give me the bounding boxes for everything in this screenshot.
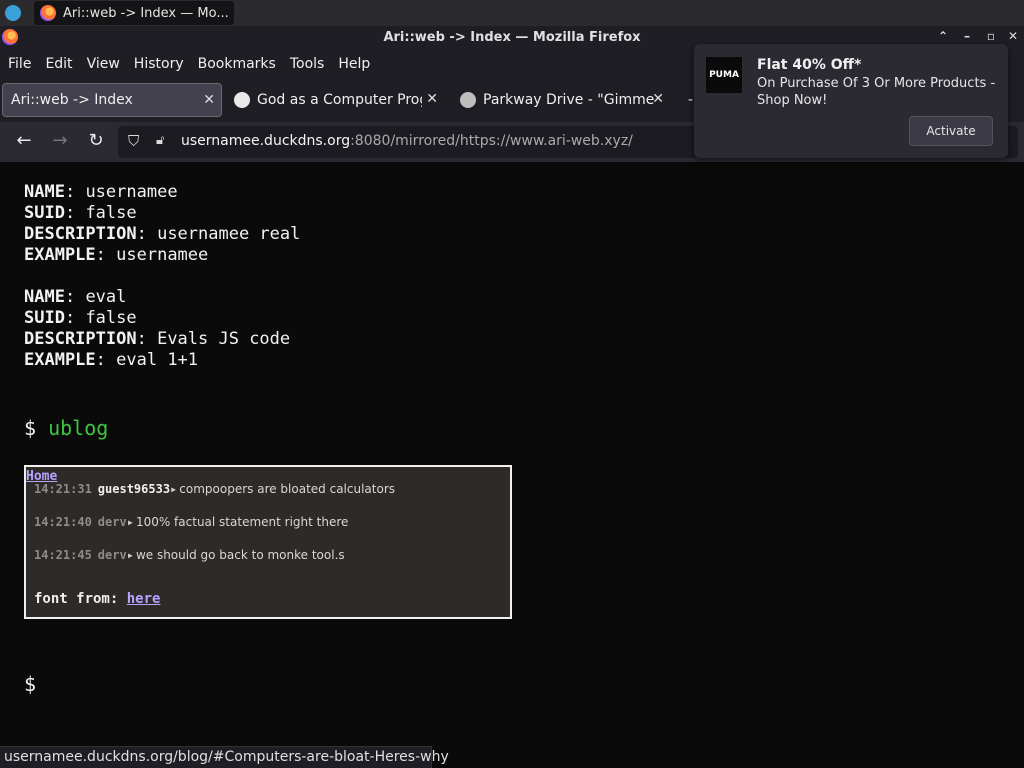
shield-icon[interactable]: ⛉ (128, 132, 139, 150)
tab-label: Parkway Drive - "Gimme (483, 92, 655, 108)
font-source-link[interactable]: here (127, 591, 161, 607)
ublog-message: 14:21:31 guest96533▸ compoopers are bloate… (34, 482, 396, 496)
close-icon[interactable]: ✕ (1004, 29, 1022, 47)
font-credit: font from: here (34, 591, 161, 607)
tab-close-icon[interactable]: ✕ (426, 91, 438, 107)
menu-view[interactable]: View (87, 56, 120, 72)
prompt-symbol: $ (24, 672, 37, 696)
puma-logo: PUMA (706, 57, 742, 93)
app-launcher-icon[interactable] (5, 5, 21, 21)
url-text[interactable]: usernamee.duckdns.org:8080/mirrored/http… (181, 133, 633, 149)
home-link[interactable]: Home (26, 469, 57, 484)
forward-icon[interactable]: → (48, 130, 72, 154)
menu-help[interactable]: Help (338, 56, 370, 72)
reload-icon[interactable]: ↻ (84, 130, 108, 154)
firefox-icon (40, 5, 56, 21)
tab-label: - (688, 92, 694, 108)
menu-bookmarks[interactable]: Bookmarks (198, 56, 276, 72)
link-status-bar: usernamee.duckdns.org/blog/#Computers-ar… (0, 746, 449, 768)
tab-ari-web[interactable]: Ari::web -> Index ✕ (2, 83, 222, 117)
terminal-input-prompt[interactable]: $ (24, 672, 36, 696)
task-title: Ari::web -> Index — Mo... (63, 5, 229, 21)
tab-more[interactable]: - (680, 83, 694, 117)
terminal-prompt-line: $ ublog (24, 416, 108, 440)
insecure-lock-icon[interactable]: 🔓︎ (156, 133, 164, 148)
tab-close-icon[interactable]: ✕ (652, 91, 664, 107)
menu-tools[interactable]: Tools (290, 56, 325, 72)
popup-title: Flat 40% Off* (757, 57, 862, 73)
menu-file[interactable]: File (8, 56, 31, 72)
taskbar: Ari::web -> Index — Mo... (0, 0, 1024, 26)
prompt-symbol: $ (24, 416, 37, 440)
command-entry: NAME: usernamee SUID: false DESCRIPTION:… (24, 182, 301, 265)
tab-label: God as a Computer Progr (257, 92, 422, 108)
tab-label: Ari::web -> Index (11, 92, 133, 108)
activate-button[interactable]: Activate (909, 116, 993, 146)
taskbar-task-firefox[interactable]: Ari::web -> Index — Mo... (34, 1, 234, 25)
popup-body: On Purchase Of 3 Or More Products - Shop… (757, 76, 996, 108)
ublog-frame: 14:21:31 guest96533▸ compoopers are bloate… (24, 465, 512, 619)
ad-notification-popup: PUMA Flat 40% Off* On Purchase Of 3 Or M… (694, 44, 1008, 158)
ublog-message: 14:21:40 derv▸ 100% factual statement righ… (34, 515, 349, 529)
tab-god-computer[interactable]: God as a Computer Progr ✕ (226, 83, 444, 117)
tab-close-icon[interactable]: ✕ (203, 92, 215, 108)
menu-edit[interactable]: Edit (45, 56, 72, 72)
ublog-message: 14:21:45 derv▸ we should go back to monke … (34, 548, 345, 562)
page-content: NAME: usernamee SUID: false DESCRIPTION:… (0, 162, 1024, 746)
wordpress-icon (234, 92, 250, 108)
site-icon (460, 92, 476, 108)
window-title: Ari::web -> Index — Mozilla Firefox (383, 30, 641, 45)
back-icon[interactable]: ← (12, 130, 36, 154)
menu-history[interactable]: History (134, 56, 184, 72)
tab-parkway-drive[interactable]: Parkway Drive - "Gimme ✕ (452, 83, 670, 117)
command-entry: NAME: eval SUID: false DESCRIPTION: Eval… (24, 287, 291, 370)
command-text: ublog (48, 416, 109, 440)
